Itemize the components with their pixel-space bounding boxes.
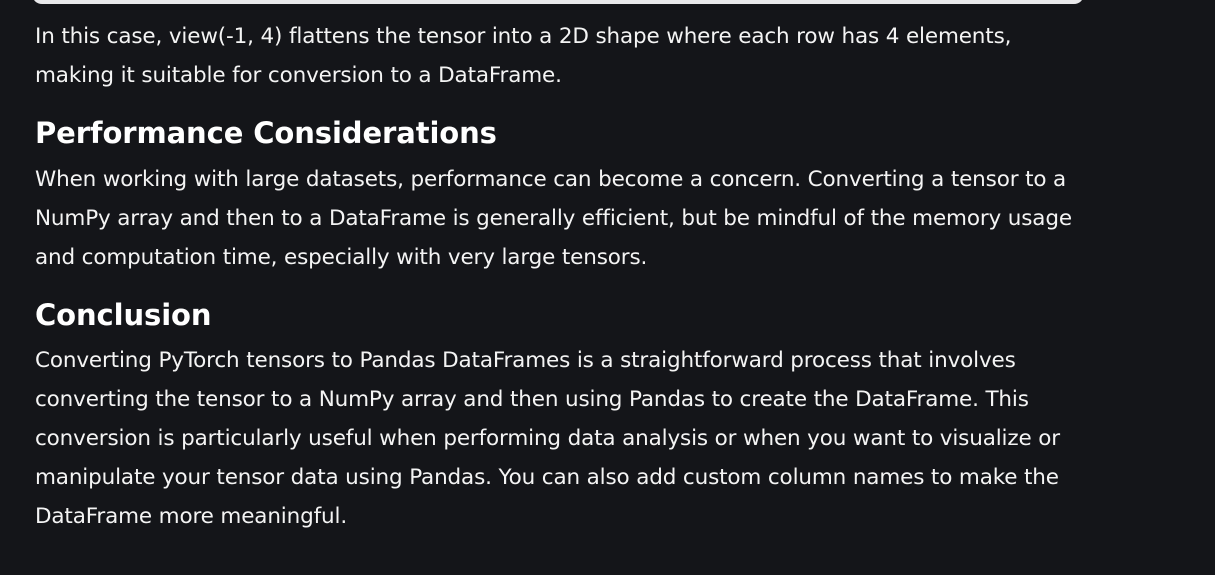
heading-performance-considerations: Performance Considerations	[35, 116, 497, 150]
heading-conclusion: Conclusion	[35, 298, 212, 332]
paragraph-conclusion: Converting PyTorch tensors to Pandas Dat…	[35, 348, 1060, 529]
paragraph-view-explanation: In this case, view(-1, 4) flattens the t…	[35, 24, 1012, 88]
paragraph-performance: When working with large datasets, perfor…	[35, 167, 1072, 270]
code-block-bottom-edge	[32, 0, 1084, 4]
